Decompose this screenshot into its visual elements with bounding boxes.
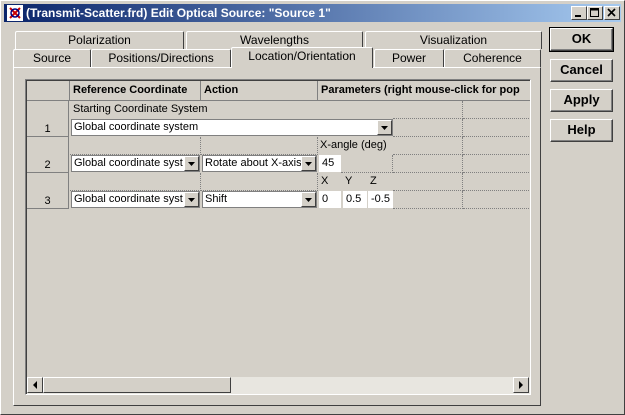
shift-x-input[interactable]: 0 (319, 191, 341, 208)
grid-corner (27, 81, 70, 101)
grid-cell (201, 137, 318, 155)
apply-button[interactable]: Apply (550, 89, 613, 112)
scroll-left-button[interactable] (27, 377, 43, 393)
coordinate-grid: Reference Coordinate Action Parameters (… (25, 79, 531, 395)
grid-cell (463, 101, 530, 119)
grid-cell (70, 137, 201, 155)
row2-reference-value: Global coordinate syst (74, 157, 183, 169)
tab-polarization[interactable]: Polarization (15, 31, 184, 49)
row1-reference-dropdown-button[interactable] (377, 120, 392, 135)
chevron-down-icon (305, 162, 312, 166)
shift-x-label: X (321, 175, 329, 187)
cancel-button[interactable]: Cancel (550, 59, 613, 82)
chevron-down-icon (381, 126, 388, 130)
grid-cell (463, 137, 530, 155)
window-title: (Transmit-Scatter.frd) Edit Optical Sour… (26, 6, 331, 20)
tab-visualization[interactable]: Visualization (365, 31, 542, 49)
row3-action-dropdown-button[interactable] (301, 192, 316, 207)
header-reference-coordinate[interactable]: Reference Coordinate (70, 81, 201, 101)
chevron-down-icon (188, 162, 195, 166)
shift-z-label: Z (370, 175, 377, 187)
row3-action-value: Shift (205, 193, 228, 205)
header-action[interactable]: Action (201, 81, 318, 101)
shift-y-label: Y (345, 175, 353, 187)
ok-button[interactable]: OK (549, 27, 614, 52)
title-bar[interactable]: (Transmit-Scatter.frd) Edit Optical Sour… (4, 4, 621, 22)
app-icon (7, 5, 23, 21)
grid-cell (393, 173, 463, 191)
scroll-right-button[interactable] (513, 377, 529, 393)
tab-location-orientation[interactable]: Location/Orientation (231, 47, 373, 68)
grid-cell (393, 119, 463, 137)
grid-cell (463, 191, 530, 209)
minimize-icon (575, 15, 581, 17)
grid-cell (463, 155, 530, 173)
arrow-left-icon (33, 381, 37, 389)
row3-reference-dropdown-button[interactable] (184, 192, 199, 207)
row3-reference-value: Global coordinate syst (74, 193, 183, 205)
row-header-3[interactable]: 3 (27, 173, 69, 209)
row3-action-combo[interactable]: Shift (202, 191, 317, 208)
row1-reference-combo[interactable]: Global coordinate system (71, 119, 393, 136)
row2-reference-combo[interactable]: Global coordinate syst (71, 155, 200, 172)
row2-action-combo[interactable]: Rotate about X-axis (202, 155, 317, 172)
shift-y-input[interactable]: 0.5 (343, 191, 367, 208)
x-angle-label: X-angle (deg) (320, 139, 387, 151)
grid-cell (463, 119, 530, 137)
close-icon (607, 8, 616, 17)
row2-action-value: Rotate about X-axis (205, 157, 302, 169)
grid-cell (393, 101, 463, 119)
grid-cell (393, 191, 463, 209)
close-button[interactable] (604, 6, 620, 20)
row1-reference-value: Global coordinate system (74, 121, 199, 133)
row2-reference-dropdown-button[interactable] (184, 156, 199, 171)
header-parameters[interactable]: Parameters (right mouse-click for pop (318, 81, 530, 101)
starting-coordinate-label: Starting Coordinate System (73, 103, 208, 115)
horizontal-scrollbar[interactable] (27, 377, 530, 394)
help-button[interactable]: Help (550, 119, 613, 142)
tab-source[interactable]: Source (13, 49, 91, 67)
grid-cell (341, 155, 393, 173)
tab-positions-directions[interactable]: Positions/Directions (91, 49, 231, 67)
grid-cell (393, 137, 463, 155)
grid-cell (201, 173, 318, 191)
row3-reference-combo[interactable]: Global coordinate syst (71, 191, 200, 208)
row-header-2[interactable]: 2 (27, 137, 69, 173)
row-header-1[interactable]: 1 (27, 101, 69, 137)
maximize-button[interactable] (587, 6, 603, 20)
tab-power[interactable]: Power (374, 49, 444, 67)
edit-optical-source-dialog: (Transmit-Scatter.frd) Edit Optical Sour… (0, 0, 625, 415)
chevron-down-icon (188, 198, 195, 202)
grid-cell (393, 155, 463, 173)
tab-coherence[interactable]: Coherence (444, 49, 541, 67)
arrow-right-icon (519, 381, 523, 389)
scroll-thumb[interactable] (43, 377, 231, 393)
grid-cell (70, 173, 201, 191)
shift-z-input[interactable]: -0.5 (368, 191, 393, 208)
row2-action-dropdown-button[interactable] (301, 156, 316, 171)
x-angle-input[interactable]: 45 (319, 155, 341, 172)
maximize-icon (590, 8, 599, 17)
minimize-button[interactable] (571, 6, 587, 20)
grid-cell (463, 173, 530, 191)
chevron-down-icon (305, 198, 312, 202)
